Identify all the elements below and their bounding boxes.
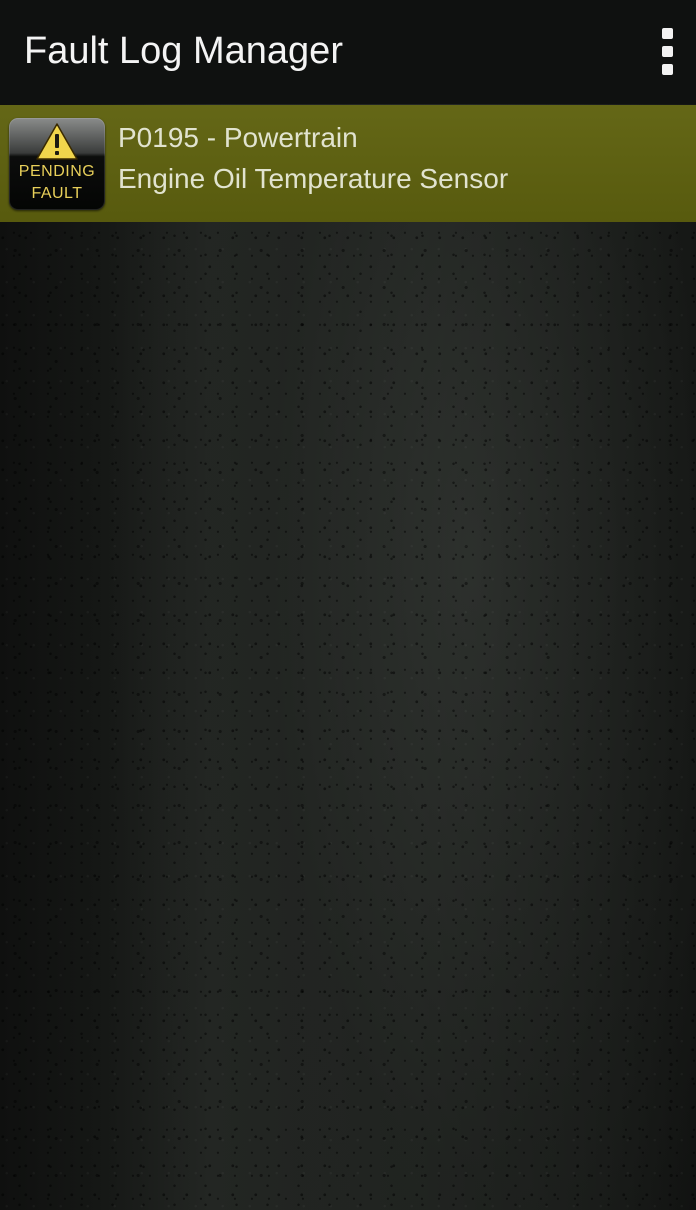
screen-background: Fault Log Manager PENDING FAULT P0195 - … [0,0,696,1210]
fault-code-label: P0195 - Powertrain [118,122,358,153]
fault-description-label: Engine Oil Temperature Sensor [118,163,509,194]
app-title: Fault Log Manager [24,30,343,72]
pending-fault-badge: PENDING FAULT [9,118,105,210]
overflow-dot [662,46,673,57]
app-bar: Fault Log Manager [0,0,696,104]
overflow-dot [662,64,673,75]
overflow-dot [662,28,673,39]
more-vertical-icon[interactable] [654,24,682,78]
badge-label-pending: PENDING [18,163,96,180]
badge-label-fault: FAULT [31,185,83,202]
warning-triangle-icon [36,123,78,160]
